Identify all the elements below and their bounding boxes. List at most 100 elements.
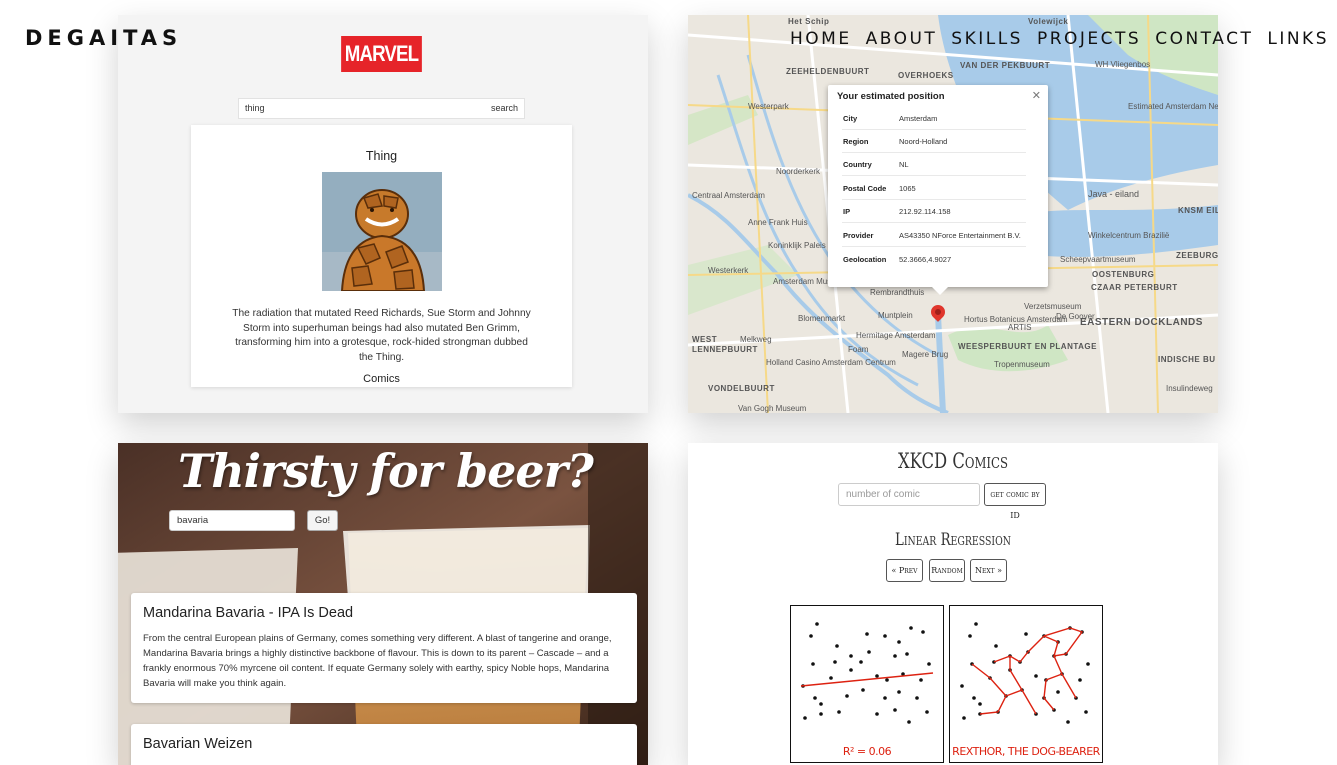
project-card-geolocation-map[interactable]: Het Schip ZEEHELDENBUURT Westerpark OVER… [688, 15, 1218, 413]
map-label: KNSM EIL [1178, 206, 1218, 215]
comic-caption-left: R² = 0.06 [842, 745, 892, 758]
map-label: WEST [692, 335, 718, 344]
map-label: VONDELBUURT [708, 384, 775, 393]
nav-home[interactable]: HOME [790, 29, 852, 49]
popup-title: Your estimated position [837, 91, 945, 102]
map-label: Verzetsmuseum [1024, 302, 1082, 311]
row-label: Region [843, 137, 869, 146]
map-label: Melkweg [740, 335, 772, 344]
nav-skills[interactable]: SKILLS [951, 29, 1023, 49]
comic-caption-right: REXTHOR, THE DOG-BEARER [952, 745, 1100, 758]
random-button[interactable]: Random [929, 559, 965, 582]
row-label: Country [843, 160, 872, 169]
beer-result-item[interactable]: Bavarian Weizen [131, 724, 637, 765]
popup-row-provider: Provider AS43350 NForce Entertainment B.V… [842, 223, 1026, 247]
comics-heading: Comics [363, 373, 400, 385]
project-card-marvel[interactable]: MARVEL thing search Thing The radiation … [118, 15, 648, 413]
position-popup: Your estimated position ✕ City Amsterdam … [828, 85, 1048, 295]
map-label: Scheepvaartmuseum [1060, 255, 1136, 264]
site-brand-logo[interactable]: DEGAITAS [25, 26, 182, 50]
prev-button[interactable]: « Prev [886, 559, 923, 582]
map-label: Noorderkerk [776, 167, 821, 176]
map-label: Het Schip [788, 17, 830, 26]
map-label: INDISCHE BU [1158, 355, 1216, 364]
beer-result-item[interactable]: Mandarina Bavaria - IPA Is Dead From the… [131, 593, 637, 703]
comic-panel-left: R² = 0.06 [790, 605, 944, 763]
map-label: Rembrandthuis [870, 288, 925, 297]
row-label: Provider [843, 231, 874, 240]
map-label: Westerkerk [708, 266, 749, 275]
map-label: ZEEBURG [1176, 251, 1218, 260]
row-value: NL [899, 160, 909, 169]
nav-contact[interactable]: CONTACT [1155, 29, 1253, 49]
row-label: Postal Code [843, 184, 887, 193]
marvel-search-input[interactable]: thing [245, 103, 265, 113]
beer-name: Bavarian Weizen [143, 736, 253, 752]
popup-row-geolocation: Geolocation 52.3666,4.9027 [842, 247, 1026, 270]
map-label: OVERHOEKS [898, 71, 954, 80]
popup-row-region: Region Noord-Holland [842, 129, 1026, 153]
beer-title: Thirsty for beer? [178, 444, 594, 498]
xkcd-title: XKCD Comics [897, 449, 1009, 473]
project-card-beer-search[interactable]: Thirsty for beer? bavaria Go! Mandarina … [118, 443, 648, 765]
row-value: 52.3666,4.9027 [899, 255, 952, 264]
marvel-logo: MARVEL [341, 36, 422, 72]
row-label: City [843, 114, 858, 123]
row-value: 1065 [899, 184, 916, 193]
row-value: AS43350 NForce Entertainment B.V. [899, 231, 1021, 240]
marvel-search-bar[interactable]: thing search [238, 98, 525, 119]
popup-row-country: Country NL [842, 152, 1026, 176]
map-label: ZEEHELDENBUURT [786, 67, 870, 76]
map-label: Westerpark [748, 102, 789, 111]
beer-description: From the central European plains of Germ… [143, 633, 612, 689]
popup-row-city: City Amsterdam [842, 106, 1026, 130]
map-label: Centraal Amsterdam [692, 191, 765, 200]
map-label: Muntplein [878, 311, 913, 320]
nav-links[interactable]: LINKS [1267, 29, 1329, 49]
map-label: Blomenmarkt [798, 314, 846, 323]
comic-panel-right: REXTHOR, THE DOG-BEARER [949, 605, 1103, 763]
character-card: Thing The radiation that mutated Reed Ri… [191, 125, 572, 387]
character-image [322, 172, 442, 291]
row-value: Noord-Holland [899, 137, 948, 146]
map-label: VAN DER PEKBUURT [960, 61, 1051, 70]
comic-title: Linear Regression [895, 530, 1011, 550]
map-label: Hermitage Amsterdam [856, 331, 936, 340]
map-label: Magere Brug [902, 350, 949, 359]
beer-name: Mandarina Bavaria - IPA Is Dead [143, 605, 354, 621]
row-label: IP [843, 207, 851, 216]
character-description: The radiation that mutated Reed Richards… [232, 308, 531, 363]
map-label: Java - eiland [1088, 189, 1140, 199]
nav-about[interactable]: ABOUT [866, 29, 938, 49]
map-label: LENNEPBUURT [692, 345, 758, 354]
map-label: EASTERN DOCKLANDS [1080, 317, 1203, 328]
row-value: Amsterdam [899, 114, 938, 123]
map-label: Estimated Amsterdam Netherlands BV [1128, 102, 1218, 111]
map-label: Tropenmuseum [994, 360, 1050, 369]
map-label: Foam [848, 345, 869, 354]
next-button[interactable]: Next » [970, 559, 1007, 582]
map-label: WH Vliegenbos [1095, 60, 1151, 69]
map-label: De Gooyer [1056, 312, 1095, 321]
row-label: Geolocation [843, 255, 887, 264]
beer-go-button[interactable]: Go! [307, 510, 338, 531]
map-label: Holland Casino Amsterdam Centrum [766, 358, 896, 367]
get-comic-button[interactable]: get comic by ID [984, 483, 1046, 520]
map-label: Koninklijk Paleis [768, 241, 826, 250]
project-card-xkcd[interactable]: XKCD Comics number of comic get comic by… [688, 443, 1218, 765]
main-nav: HOME ABOUT SKILLS PROJECTS CONTACT LINKS [790, 29, 1337, 49]
map-label: CZAAR PETERBURT [1091, 283, 1178, 292]
beer-search-input[interactable]: bavaria [169, 510, 295, 531]
map-label: Van Gogh Museum [738, 404, 807, 413]
map-label: Anne Frank Huis [748, 218, 808, 227]
map-label: Insulindeweg [1166, 384, 1213, 393]
close-icon[interactable]: ✕ [1032, 89, 1041, 102]
nav-projects[interactable]: PROJECTS [1037, 29, 1141, 49]
map-label: ARTIS [1008, 323, 1032, 332]
comic-number-input[interactable]: number of comic [838, 483, 980, 506]
map-label: Winkelcentrum Brazilië [1088, 231, 1170, 240]
marvel-search-button[interactable]: search [491, 103, 518, 113]
popup-row-ip: IP 212.92.114.158 [842, 199, 1026, 223]
row-value: 212.92.114.158 [899, 207, 951, 216]
map-label: OOSTENBURG [1092, 270, 1155, 279]
